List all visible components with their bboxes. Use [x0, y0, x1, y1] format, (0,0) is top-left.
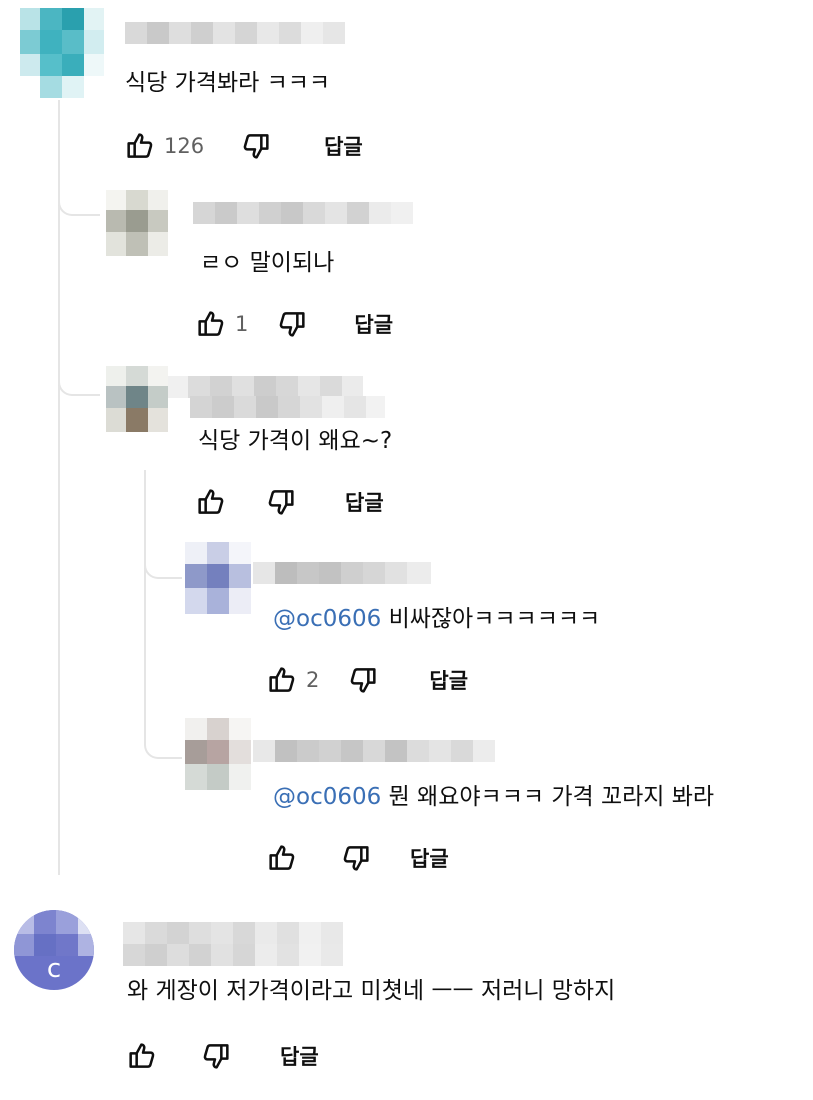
thumbs-up-icon[interactable] — [264, 662, 300, 698]
thumbs-down-icon[interactable] — [198, 1038, 234, 1074]
comment-text: @oc0606 뭔 왜요야ㅋㅋㅋ 가격 꼬라지 봐라 — [273, 782, 714, 812]
avatar-letter: c — [46, 954, 62, 984]
comment-text: ㄹㅇ 말이되나 — [200, 250, 335, 276]
comment-text: 식당 가격이 왜요~? — [198, 428, 393, 454]
comment-text: 식당 가격봐라 ㅋㅋㅋ — [125, 70, 331, 96]
thread-elbow — [58, 200, 100, 216]
thumbs-down-icon[interactable] — [345, 662, 381, 698]
reply-button[interactable]: 답글 — [354, 309, 393, 339]
avatar[interactable] — [20, 8, 104, 98]
thumbs-down-icon[interactable] — [274, 306, 310, 342]
author-name-redacted — [123, 944, 343, 966]
avatar[interactable] — [106, 366, 168, 432]
comment-actions: 2 답글 — [264, 662, 468, 698]
comment-actions: 답글 — [264, 840, 449, 876]
author-name-redacted — [253, 740, 495, 762]
comment-actions: 답글 — [193, 484, 384, 520]
comment-body: 비싸잖아ㅋㅋㅋㅋㅋㅋ — [381, 606, 601, 632]
author-name-redacted — [190, 396, 385, 418]
reply-button[interactable]: 답글 — [429, 665, 468, 695]
avatar[interactable] — [185, 542, 251, 614]
thumbs-up-icon[interactable] — [264, 840, 300, 876]
thumbs-down-icon[interactable] — [338, 840, 374, 876]
thread-elbow — [58, 380, 100, 396]
mention-link[interactable]: @oc0606 — [273, 784, 381, 810]
avatar[interactable] — [106, 190, 168, 256]
avatar[interactable]: c — [14, 910, 94, 990]
comment-actions: 1 답글 — [193, 306, 393, 342]
like-count: 2 — [306, 668, 320, 692]
author-name-redacted — [253, 562, 431, 584]
comment-actions: 답글 — [124, 1038, 319, 1074]
author-name-redacted — [193, 202, 433, 224]
thread-elbow — [144, 555, 182, 579]
comment-actions: 126 답글 — [122, 128, 363, 164]
avatar[interactable] — [185, 718, 251, 790]
thumbs-down-icon[interactable] — [238, 128, 274, 164]
comment-body: 뭔 왜요야ㅋㅋㅋ 가격 꼬라지 봐라 — [381, 784, 715, 810]
reply-button[interactable]: 답글 — [345, 487, 384, 517]
thumbs-up-icon[interactable] — [193, 306, 229, 342]
reply-button[interactable]: 답글 — [280, 1041, 319, 1071]
reply-button[interactable]: 답글 — [410, 843, 449, 873]
thread-elbow — [144, 735, 182, 759]
author-name-redacted — [168, 376, 363, 398]
author-name-redacted — [123, 922, 343, 944]
thumbs-up-icon[interactable] — [122, 128, 158, 164]
thread-line-main — [58, 100, 60, 875]
comment-text: @oc0606 비싸잖아ㅋㅋㅋㅋㅋㅋ — [273, 604, 600, 634]
thread-line-nested — [144, 470, 146, 745]
author-name-redacted — [125, 22, 345, 44]
mention-link[interactable]: @oc0606 — [273, 606, 381, 632]
thumbs-up-icon[interactable] — [124, 1038, 160, 1074]
reply-button[interactable]: 답글 — [324, 131, 363, 161]
like-count: 1 — [235, 312, 249, 336]
thumbs-down-icon[interactable] — [263, 484, 299, 520]
thumbs-up-icon[interactable] — [193, 484, 229, 520]
like-count: 126 — [164, 134, 205, 158]
comment-text: 와 게장이 저가격이라고 미쳣네 ㅡㅡ 저러니 망하지 — [127, 978, 616, 1004]
